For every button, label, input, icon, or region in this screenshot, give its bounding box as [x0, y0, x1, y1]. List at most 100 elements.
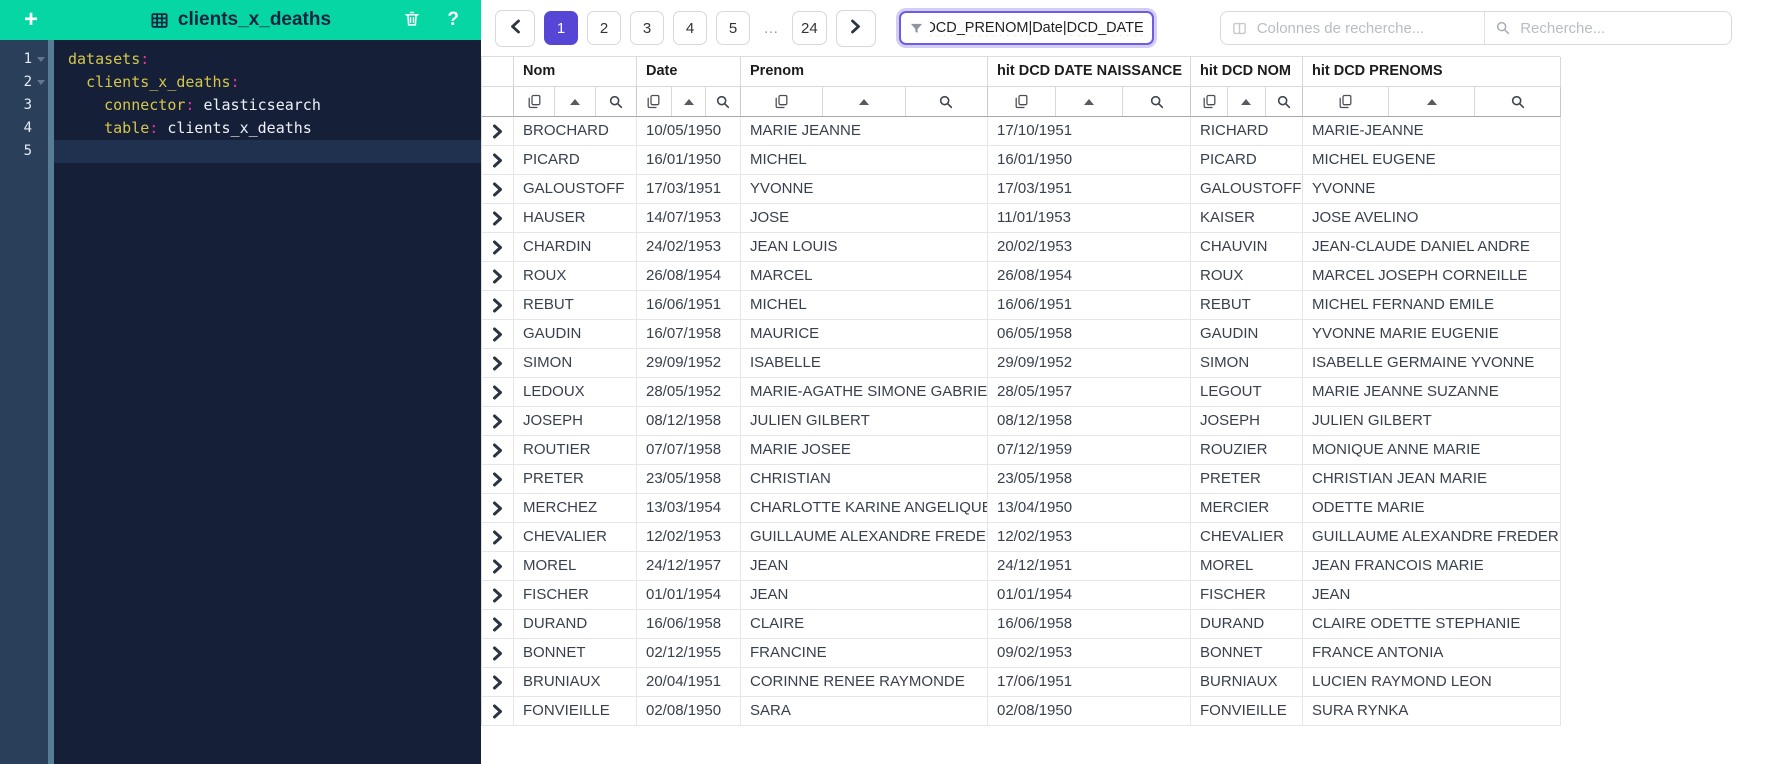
chevron-right-icon	[492, 385, 503, 400]
chevron-right-icon	[492, 356, 503, 371]
page-button-3[interactable]: 3	[630, 11, 664, 45]
row-expand-button[interactable]	[490, 296, 505, 315]
row-expander-cell	[482, 204, 514, 233]
fold-arrow-icon[interactable]	[37, 57, 45, 62]
app-window: + clients_x_deaths ? 1 2 3 4 5 datasets:…	[0, 0, 1766, 764]
cell-prenom: JEAN LOUIS	[741, 233, 988, 262]
sort-button[interactable]	[670, 87, 706, 116]
trash-icon	[403, 9, 421, 31]
table-row: PRETER 23/05/1958 CHRISTIAN 23/05/1958 PRETE…	[482, 465, 1561, 494]
cell-date: 17/03/1951	[637, 175, 741, 204]
page-button-24[interactable]: 24	[792, 11, 827, 45]
cell-date: 14/07/1953	[637, 204, 741, 233]
search-input[interactable]: Recherche...	[1485, 12, 1730, 44]
row-expand-button[interactable]	[490, 528, 505, 547]
cell-hit-dcd-nom: REBUT	[1191, 291, 1303, 320]
pagination: 1 2 3 4 5 … 24	[544, 11, 836, 45]
row-expander-cell	[482, 436, 514, 465]
facet-button[interactable]	[514, 87, 554, 116]
row-expand-button[interactable]	[490, 557, 505, 576]
row-expand-button[interactable]	[490, 209, 505, 228]
page-button-1[interactable]: 1	[544, 11, 578, 45]
page-button-2[interactable]: 2	[587, 11, 621, 45]
row-expand-button[interactable]	[490, 702, 505, 721]
facet-button[interactable]	[1303, 87, 1388, 116]
table-row: GAUDIN 16/07/1958 MAURICE 06/05/1958 GAUDIN Y…	[482, 320, 1561, 349]
row-expand-button[interactable]	[490, 267, 505, 286]
cell-nom: ROUTIER	[514, 436, 637, 465]
cell-hit-dcd-nom: CHAUVIN	[1191, 233, 1303, 262]
column-search-button[interactable]	[705, 87, 740, 116]
row-expander-cell	[482, 175, 514, 204]
row-expand-button[interactable]	[490, 499, 505, 518]
row-expand-button[interactable]	[490, 644, 505, 663]
column-search-button[interactable]	[1122, 87, 1190, 116]
fold-arrow-icon[interactable]	[37, 80, 45, 85]
cell-hit-dcd-prenoms: MICHEL EUGENE	[1303, 146, 1561, 175]
toolbar: 12345 … 24 m|DCD_PRENOM|Date|DCD_DATE	[481, 0, 1766, 56]
row-expand-button[interactable]	[490, 673, 505, 692]
row-expander-cell	[482, 639, 514, 668]
sort-button[interactable]	[554, 87, 595, 116]
sort-button[interactable]	[822, 87, 904, 116]
code-line[interactable]: connector: elasticsearch	[54, 94, 481, 117]
table-row: GALOUSTOFF 17/03/1951 YVONNE 17/03/1951 GALO…	[482, 175, 1561, 204]
row-expand-button[interactable]	[490, 354, 505, 373]
cell-prenom: MAURICE	[741, 320, 988, 349]
row-expander-cell	[482, 610, 514, 639]
sort-button[interactable]	[1227, 87, 1264, 116]
cell-prenom: JULIEN GILBERT	[741, 407, 988, 436]
code-line[interactable]: clients_x_deaths:	[54, 71, 481, 94]
cell-nom: DURAND	[514, 610, 637, 639]
facet-button[interactable]	[741, 87, 822, 116]
row-expand-button[interactable]	[490, 325, 505, 344]
cell-hit-dcd-prenoms: JEAN-CLAUDE DANIEL ANDRE	[1303, 233, 1561, 262]
page-button-5[interactable]: 5	[716, 11, 750, 45]
sort-button[interactable]	[1388, 87, 1474, 116]
row-expand-button[interactable]	[490, 470, 505, 489]
copy-icon	[1013, 93, 1030, 110]
row-expand-button[interactable]	[490, 586, 505, 605]
facet-button[interactable]	[988, 87, 1055, 116]
row-expand-button[interactable]	[490, 441, 505, 460]
search-columns-input[interactable]: Colonnes de recherche...	[1221, 12, 1486, 44]
row-expand-button[interactable]	[490, 238, 505, 257]
column-search-button[interactable]	[1474, 87, 1560, 116]
row-expand-button[interactable]	[490, 383, 505, 402]
page-button-4[interactable]: 4	[673, 11, 707, 45]
code-line[interactable]: datasets:	[54, 48, 481, 71]
code-line[interactable]: table: clients_x_deaths	[54, 117, 481, 140]
row-expander-cell	[482, 581, 514, 610]
row-expander-cell	[482, 117, 514, 146]
row-expand-button[interactable]	[490, 615, 505, 634]
cell-hit-dcd-prenoms: MARCEL JOSEPH CORNEILLE	[1303, 262, 1561, 291]
editor-code-area[interactable]: datasets: clients_x_deaths: connector: e…	[54, 40, 481, 764]
column-filter-input[interactable]: m|DCD_PRENOM|Date|DCD_DATE	[898, 11, 1154, 45]
cell-hit-dcd-date-naissance: 12/02/1953	[988, 523, 1191, 552]
help-button[interactable]: ?	[447, 9, 459, 31]
row-expand-button[interactable]	[490, 180, 505, 199]
cell-nom: BRUNIAUX	[514, 668, 637, 697]
code-line[interactable]	[54, 140, 481, 163]
row-expander-cell	[482, 552, 514, 581]
row-expand-button[interactable]	[490, 122, 505, 141]
column-search-button[interactable]	[904, 87, 987, 116]
header-cell-1: Nom	[514, 57, 637, 87]
column-search-button[interactable]	[595, 87, 636, 116]
line-number: 1	[0, 48, 48, 71]
facet-button[interactable]	[637, 87, 671, 116]
cell-nom: PICARD	[514, 146, 637, 175]
row-expander-cell	[482, 146, 514, 175]
cell-hit-dcd-date-naissance: 17/03/1951	[988, 175, 1191, 204]
row-expand-button[interactable]	[490, 412, 505, 431]
delete-dataset-button[interactable]	[403, 9, 421, 31]
next-page-button[interactable]	[835, 9, 876, 47]
facet-button[interactable]	[1191, 87, 1227, 116]
sort-button[interactable]	[1054, 87, 1123, 116]
header-cell-5: hit DCD NOM	[1191, 57, 1303, 87]
previous-page-button[interactable]	[495, 9, 535, 47]
row-expand-button[interactable]	[490, 151, 505, 170]
pagination-ellipsis: …	[763, 19, 779, 37]
column-search-button[interactable]	[1264, 87, 1302, 116]
sort-asc-icon	[858, 98, 869, 105]
